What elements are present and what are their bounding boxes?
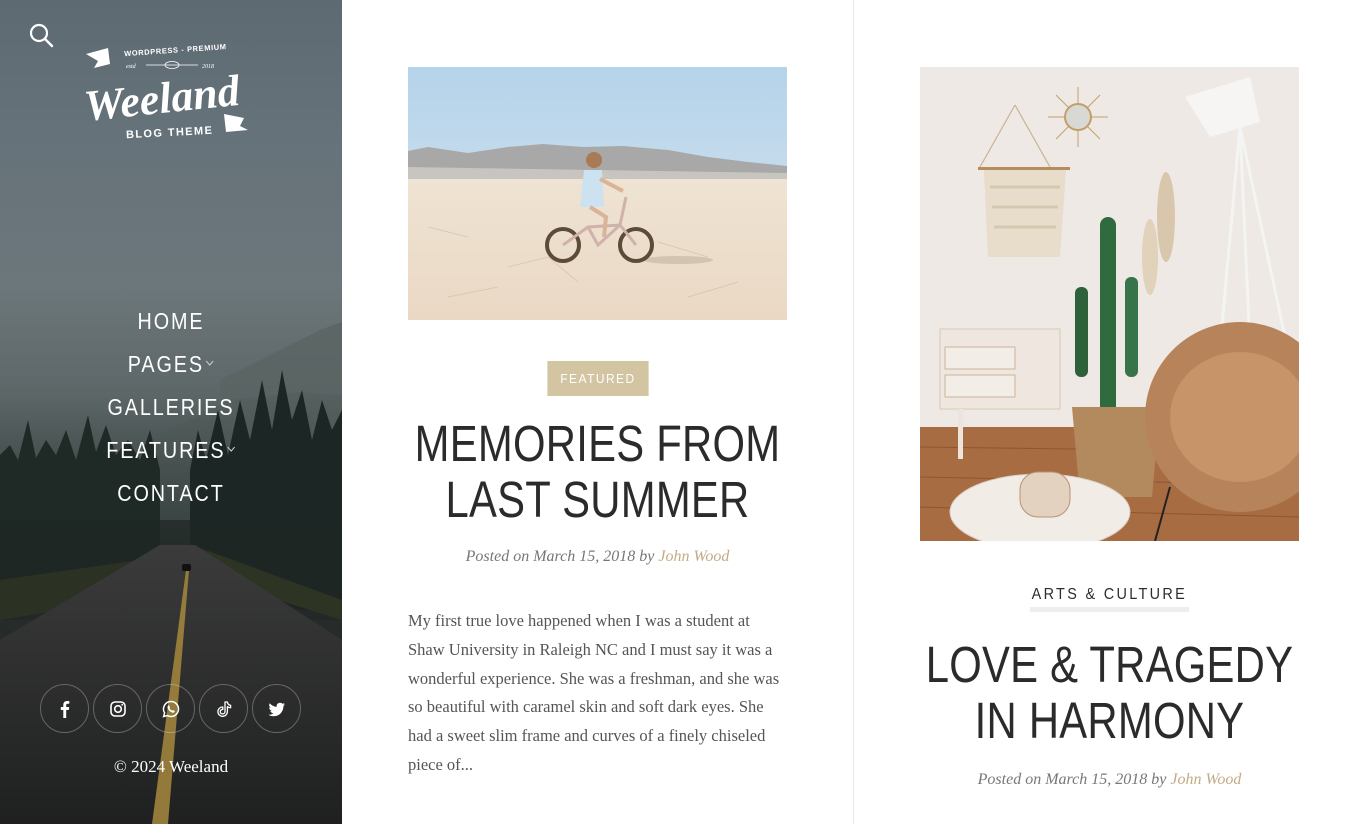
- nav-label: GALLERIES: [107, 394, 235, 420]
- logo-tagline: WORDPRESS - PREMIUM: [124, 42, 227, 58]
- nav-label: CONTACT: [117, 480, 225, 506]
- search-button[interactable]: [28, 22, 54, 48]
- logo-subtitle: BLOG THEME: [126, 125, 214, 142]
- post-title[interactable]: MEMORIES FROM LAST SUMMER: [409, 416, 785, 528]
- nav-label: FEATURES: [106, 437, 226, 463]
- nav-item-galleries[interactable]: GALLERIES: [24, 386, 318, 429]
- post-date: Posted on March 15, 2018 by: [465, 548, 659, 565]
- nav-item-home[interactable]: HOME: [24, 300, 318, 343]
- author-link[interactable]: John Wood: [1170, 771, 1241, 788]
- sidebar: WORDPRESS - PREMIUM estd 2018 Weeland BL…: [0, 0, 342, 824]
- whatsapp-icon: [162, 700, 179, 718]
- post-thumbnail[interactable]: [920, 67, 1299, 541]
- post-image-desert-bike: [408, 67, 787, 320]
- nav-item-contact[interactable]: CONTACT: [24, 472, 318, 515]
- social-whatsapp-button[interactable]: [146, 684, 195, 733]
- post-card: FEATURED MEMORIES FROM LAST SUMMER Poste…: [408, 0, 787, 780]
- post-date: Posted on March 15, 2018 by: [977, 771, 1171, 788]
- facebook-icon: [60, 700, 69, 718]
- nav-item-pages[interactable]: PAGES: [24, 343, 318, 386]
- logo-estd: estd: [126, 64, 137, 70]
- social-instagram-button[interactable]: [93, 684, 142, 733]
- post-title[interactable]: LOVE & TRAGEDY IN HARMONY: [905, 637, 1314, 749]
- copyright-text: © 2024 Weeland: [113, 757, 229, 776]
- social-links: [40, 684, 301, 733]
- logo-mark: WORDPRESS - PREMIUM estd 2018 Weeland BL…: [82, 42, 248, 142]
- nav-item-features[interactable]: FEATURES: [24, 429, 318, 472]
- main-navigation: HOME PAGES GALLERIES FEATURES CONTACT: [0, 300, 342, 515]
- column-divider: [853, 0, 854, 824]
- post-card: ARTS & CULTURE LOVE & TRAGEDY IN HARMONY…: [920, 0, 1299, 789]
- chevron-down-icon: [206, 360, 214, 366]
- nav-label: PAGES: [127, 351, 204, 377]
- twitter-icon: [267, 702, 285, 716]
- post-image-boho-interior: [920, 67, 1299, 541]
- category-link-arts-culture[interactable]: ARTS & CULTURE: [1029, 585, 1190, 612]
- social-tiktok-button[interactable]: [199, 684, 248, 733]
- logo-wordmark: Weeland: [82, 66, 243, 131]
- social-facebook-button[interactable]: [40, 684, 89, 733]
- ribbon-icon: [86, 48, 110, 68]
- post-meta: Posted on March 15, 2018 by John Wood: [920, 771, 1299, 789]
- instagram-icon: [109, 700, 126, 717]
- chevron-down-icon: [227, 446, 236, 452]
- category-badge-featured[interactable]: FEATURED: [546, 361, 649, 396]
- post-excerpt: My first true love happened when I was a…: [408, 611, 780, 774]
- author-link[interactable]: John Wood: [658, 548, 729, 565]
- search-icon: [29, 23, 54, 48]
- social-twitter-button[interactable]: [252, 684, 301, 733]
- site-logo[interactable]: WORDPRESS - PREMIUM estd 2018 Weeland BL…: [80, 38, 262, 148]
- tiktok-icon: [216, 700, 231, 717]
- post-thumbnail[interactable]: [408, 67, 787, 320]
- nav-label: HOME: [137, 308, 205, 334]
- post-meta: Posted on March 15, 2018 by John Wood: [408, 548, 787, 566]
